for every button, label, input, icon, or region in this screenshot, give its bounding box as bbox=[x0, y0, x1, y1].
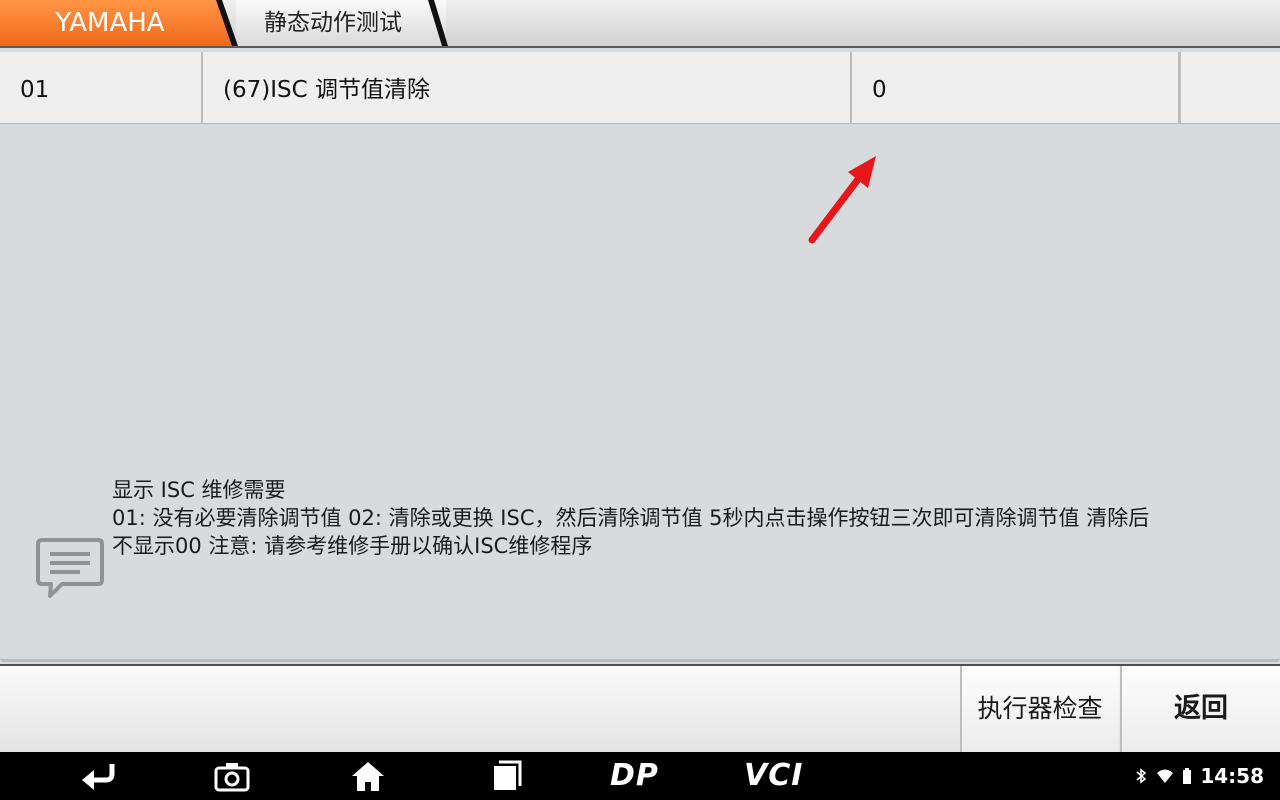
breadcrumb-item-brand[interactable]: YAMAHA bbox=[0, 0, 236, 46]
vci-icon[interactable]: VCI bbox=[744, 758, 803, 794]
system-nav-bar: DP VCI 14:58 bbox=[0, 752, 1280, 800]
home-icon[interactable] bbox=[348, 760, 388, 792]
recent-apps-icon[interactable] bbox=[486, 760, 526, 792]
actuator-check-button[interactable]: 执行器检查 bbox=[960, 666, 1118, 752]
camera-icon[interactable] bbox=[212, 760, 252, 792]
info-text: 显示 ISC 维修需要 01: 没有必要清除调节值 02: 清除或更换 ISC，… bbox=[112, 476, 1276, 560]
action-bar: 执行器检查 返回 bbox=[0, 664, 1280, 752]
message-icon bbox=[36, 538, 104, 598]
table-row[interactable]: 01 (67)ISC 调节值清除 0 bbox=[0, 52, 1280, 124]
breadcrumb: 静态动作测试 YAMAHA bbox=[0, 0, 1280, 48]
row-value: 0 bbox=[852, 52, 1180, 124]
brand-label: YAMAHA bbox=[55, 8, 165, 38]
breadcrumb-item-page[interactable]: 静态动作测试 bbox=[236, 0, 446, 46]
back-icon[interactable] bbox=[78, 760, 118, 792]
page-title: 静态动作测试 bbox=[264, 10, 402, 36]
info-line: 显示 ISC 维修需要 bbox=[112, 478, 286, 502]
main-panel: 01 (67)ISC 调节值清除 0 显示 ISC 维修需要 01: 没有必要清… bbox=[0, 52, 1280, 662]
battery-icon bbox=[1183, 768, 1192, 784]
breadcrumb-separator-icon bbox=[216, 0, 238, 46]
dp-icon[interactable]: DP bbox=[610, 758, 659, 794]
info-line: 不显示00 注意: 请参考维修手册以确认ISC维修程序 bbox=[112, 534, 593, 558]
wifi-icon bbox=[1157, 769, 1174, 783]
bluetooth-icon bbox=[1136, 768, 1147, 784]
clock: 14:58 bbox=[1200, 764, 1264, 788]
row-extra bbox=[1180, 52, 1280, 124]
info-line: 01: 没有必要清除调节值 02: 清除或更换 ISC，然后清除调节值 5秒内点… bbox=[112, 506, 1150, 530]
back-button[interactable]: 返回 bbox=[1120, 666, 1280, 752]
row-id: 01 bbox=[0, 52, 203, 124]
row-name: (67)ISC 调节值清除 bbox=[203, 52, 852, 124]
breadcrumb-separator-icon bbox=[428, 0, 448, 46]
annotation-arrow-icon bbox=[808, 156, 876, 244]
status-area: 14:58 bbox=[1134, 752, 1264, 800]
